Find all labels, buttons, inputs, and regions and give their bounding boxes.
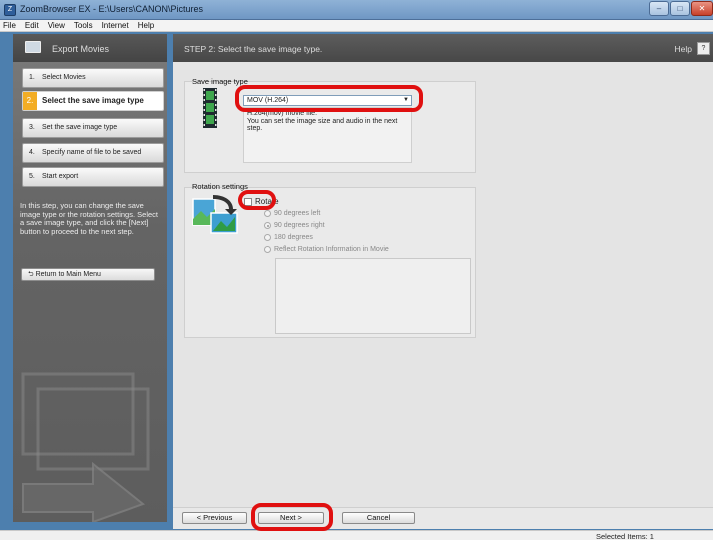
menu-edit[interactable]: Edit [25, 21, 39, 30]
step-select-movies[interactable]: 1. Select Movies [22, 68, 164, 88]
radio-button[interactable] [264, 246, 271, 253]
previous-button[interactable]: < Previous [182, 512, 247, 524]
rotate-label: Rotate [255, 197, 279, 206]
rotate-image-icon [192, 195, 238, 234]
status-selected-items: Selected Items: 1 [596, 532, 654, 540]
step-label: Select the save image type [42, 96, 144, 105]
menu-tools[interactable]: Tools [74, 21, 93, 30]
wizard-button-bar [173, 507, 713, 529]
radio-button[interactable] [264, 222, 271, 229]
step-label: Start export [42, 173, 79, 180]
main-header: STEP 2: Select the save image type. Help… [173, 34, 713, 62]
page-title: STEP 2: Select the save image type. [184, 44, 323, 54]
step-start-export[interactable]: 5. Start export [22, 167, 164, 187]
help-icon[interactable]: ? [697, 42, 710, 55]
step-label: Specify name of file to be saved [42, 149, 142, 156]
cancel-button[interactable]: Cancel [342, 512, 415, 524]
option-90-right[interactable]: 90 degrees right [264, 222, 325, 229]
window-controls: – □ ✕ [648, 1, 713, 16]
app-icon: Z [4, 4, 16, 16]
menu-internet[interactable]: Internet [102, 21, 129, 30]
rotation-group-label: Rotation settings [192, 182, 248, 191]
save-type-description: H.264(mov) movie file. You can set the i… [243, 107, 412, 163]
sidebar-header: Export Movies [13, 34, 167, 62]
save-type-dropdown[interactable]: MOV (H.264) ▼ [243, 95, 412, 106]
menu-file[interactable]: File [3, 21, 16, 30]
save-type-selected: MOV (H.264) [247, 97, 289, 104]
minimize-button[interactable]: – [649, 1, 669, 16]
menu-view[interactable]: View [48, 21, 65, 30]
step-label: Set the save image type [42, 124, 118, 131]
step-instructions: In this step, you can change the save im… [20, 201, 158, 236]
step-label: Select Movies [42, 74, 86, 81]
dropdown-arrow-icon: ▼ [403, 97, 409, 103]
rotate-checkbox-row[interactable]: Rotate [244, 197, 279, 206]
maximize-button[interactable]: □ [670, 1, 690, 16]
return-to-main-menu-button[interactable]: ⮌ Return to Main Menu [21, 268, 155, 281]
rotation-preview-area [275, 258, 471, 334]
radio-button[interactable] [264, 210, 271, 217]
decorative-arrow-graphic [21, 372, 150, 522]
step-specify-name[interactable]: 4. Specify name of file to be saved [22, 143, 164, 163]
status-bar: Selected Items: 1 [0, 530, 713, 540]
sidebar-title: Export Movies [52, 44, 110, 54]
active-step-marker: 2. [23, 92, 37, 110]
menu-bar: File Edit View Tools Internet Help [0, 20, 713, 32]
option-180[interactable]: 180 degrees [264, 234, 313, 241]
step-set-save-type[interactable]: 3. Set the save image type [22, 118, 164, 138]
return-arrow-icon: ⮌ [28, 271, 36, 278]
export-movie-icon [25, 41, 41, 53]
title-bar: Z ZoomBrowser EX - E:\Users\CANON\Pictur… [0, 0, 713, 20]
film-strip-icon [203, 88, 217, 128]
help-link[interactable]: Help [675, 44, 692, 54]
window-title: ZoomBrowser EX - E:\Users\CANON\Pictures [20, 4, 204, 14]
step-select-save-type[interactable]: 2. Select the save image type [22, 91, 164, 111]
save-type-group-label: Save image type [192, 77, 248, 86]
close-button[interactable]: ✕ [691, 1, 713, 16]
option-90-left[interactable]: 90 degrees left [264, 210, 320, 217]
option-reflect-rotation[interactable]: Reflect Rotation Information in Movie [264, 246, 389, 253]
radio-button[interactable] [264, 234, 271, 241]
next-button[interactable]: Next > [258, 512, 324, 524]
rotate-checkbox[interactable] [244, 197, 252, 206]
menu-help[interactable]: Help [138, 21, 154, 30]
